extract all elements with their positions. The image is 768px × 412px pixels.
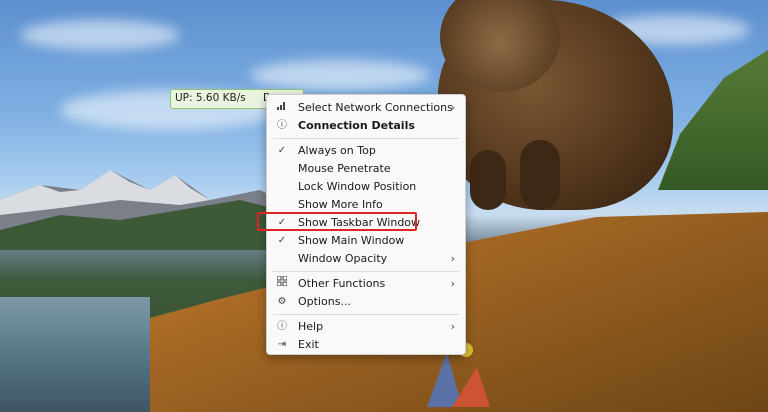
highlight-box xyxy=(257,212,417,231)
menu-item-label: Help xyxy=(298,320,324,333)
menu-item-label: Show More Info xyxy=(298,198,383,211)
menu-item-window-opacity[interactable]: Window Opacity › xyxy=(267,250,465,267)
menu-item-show-more-info[interactable]: Show More Info xyxy=(267,196,465,213)
cloud xyxy=(20,20,180,50)
menu-separator xyxy=(273,314,459,315)
exit-icon: ⇥ xyxy=(277,339,287,350)
menu-separator xyxy=(273,138,459,139)
info-icon: ⓘ xyxy=(277,120,287,131)
upload-speed: UP: 5.60 KB/s xyxy=(175,92,246,104)
chevron-right-icon: › xyxy=(450,277,455,290)
menu-item-exit[interactable]: ⇥ Exit xyxy=(267,336,465,353)
menu-item-show-main-window[interactable]: ✓ Show Main Window xyxy=(267,232,465,249)
menu-item-label: Mouse Penetrate xyxy=(298,162,391,175)
menu-item-connection-details[interactable]: ⓘ Connection Details xyxy=(267,117,465,134)
help-icon: ⓘ xyxy=(277,321,287,332)
menu-item-label: Show Main Window xyxy=(298,234,405,247)
gear-icon: ⚙ xyxy=(277,296,287,307)
cloud xyxy=(250,60,430,90)
menu-item-label: Exit xyxy=(298,338,319,351)
chevron-right-icon: › xyxy=(450,320,455,333)
menu-item-label: Options... xyxy=(298,295,351,308)
check-icon: ✓ xyxy=(277,145,287,156)
check-icon: ✓ xyxy=(277,235,287,246)
menu-item-select-network-connections[interactable]: Select Network Connections › xyxy=(267,99,465,116)
menu-item-label: Window Opacity xyxy=(298,252,388,265)
bear-leg xyxy=(470,150,506,210)
menu-item-help[interactable]: ⓘ Help › xyxy=(267,318,465,335)
green-hill xyxy=(658,50,768,190)
menu-item-options[interactable]: ⚙ Options... xyxy=(267,293,465,310)
chevron-right-icon: › xyxy=(450,252,455,265)
menu-separator xyxy=(273,271,459,272)
mountains xyxy=(0,170,300,250)
menu-item-label: Connection Details xyxy=(298,119,415,132)
menu-item-label: Always on Top xyxy=(298,144,376,157)
menu-item-always-on-top[interactable]: ✓ Always on Top xyxy=(267,142,465,159)
network-bars-icon xyxy=(276,99,288,116)
menu-item-label: Lock Window Position xyxy=(298,180,417,193)
chevron-right-icon: › xyxy=(450,101,455,114)
menu-item-other-functions[interactable]: Other Functions › xyxy=(267,275,465,292)
menu-item-label: Select Network Connections xyxy=(298,101,453,114)
grid-icon xyxy=(276,275,288,292)
menu-item-lock-window-position[interactable]: Lock Window Position xyxy=(267,178,465,195)
river xyxy=(0,297,150,412)
menu-item-mouse-penetrate[interactable]: Mouse Penetrate xyxy=(267,160,465,177)
menu-item-label: Other Functions xyxy=(298,277,386,290)
bear-leg xyxy=(520,140,560,210)
